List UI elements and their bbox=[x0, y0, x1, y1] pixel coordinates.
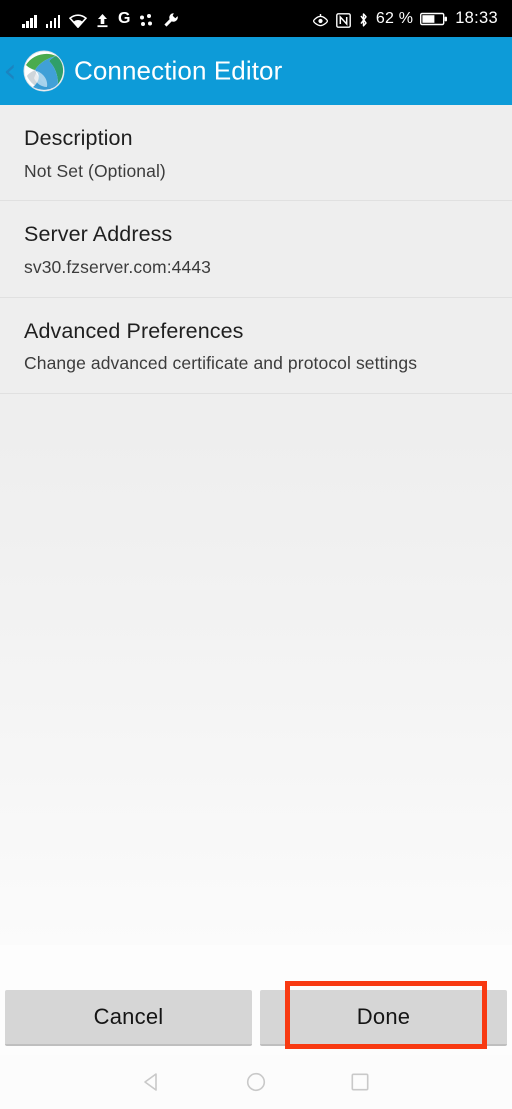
list-item-subtitle: Change advanced certificate and protocol… bbox=[24, 353, 418, 374]
wrench-icon bbox=[163, 10, 179, 28]
wifi-icon bbox=[69, 10, 87, 28]
upload-icon bbox=[96, 10, 109, 28]
footer-button-row: Cancel Done bbox=[0, 990, 512, 1046]
list-item-server-address[interactable]: Server Address sv30.fzserver.com:4443 bbox=[0, 201, 512, 298]
list-item-description[interactable]: Description Not Set (Optional) bbox=[0, 105, 512, 202]
nav-recents-icon[interactable] bbox=[343, 1065, 377, 1099]
footer-bar: Cancel Done bbox=[0, 945, 512, 1055]
nav-back-icon[interactable] bbox=[135, 1065, 169, 1099]
phone-screen: G 62 % 18:33 ‹ Connection Editor Descrip… bbox=[0, 0, 512, 1109]
battery-icon bbox=[420, 10, 448, 28]
signal-bars-sim2-icon bbox=[45, 10, 60, 28]
status-bar: G 62 % 18:33 bbox=[0, 0, 512, 37]
nav-home-icon[interactable] bbox=[239, 1065, 273, 1099]
status-bar-right-icons: 62 % 18:33 bbox=[312, 10, 498, 28]
bluetooth-icon bbox=[358, 10, 369, 28]
page-title: Connection Editor bbox=[74, 55, 283, 86]
nfc-icon bbox=[336, 10, 351, 28]
signal-bars-sim1-icon bbox=[22, 10, 37, 28]
app-header: ‹ Connection Editor bbox=[0, 37, 512, 105]
android-nav-bar bbox=[0, 1055, 512, 1109]
back-chevron-icon[interactable]: ‹ bbox=[1, 54, 19, 88]
list-item-subtitle: Not Set (Optional) bbox=[24, 160, 166, 181]
filezilla-logo bbox=[22, 49, 66, 93]
list-item-title: Server Address bbox=[24, 222, 173, 247]
clock-label: 18:33 bbox=[455, 9, 498, 28]
list-item-title: Advanced Preferences bbox=[24, 318, 244, 343]
google-icon: G bbox=[118, 9, 131, 27]
list-item-advanced-preferences[interactable]: Advanced Preferences Change advanced cer… bbox=[0, 298, 512, 394]
settings-list: Description Not Set (Optional) Server Ad… bbox=[0, 105, 512, 394]
battery-percent-label: 62 % bbox=[375, 9, 414, 27]
list-item-title: Description bbox=[24, 126, 133, 150]
cancel-button[interactable]: Cancel bbox=[5, 990, 252, 1046]
status-bar-left-icons: G bbox=[22, 10, 312, 28]
eye-comfort-icon bbox=[312, 10, 329, 28]
dots-icon bbox=[139, 10, 154, 28]
list-item-subtitle: sv30.fzserver.com:4443 bbox=[24, 256, 212, 277]
content-area: Description Not Set (Optional) Server Ad… bbox=[0, 105, 512, 945]
done-button[interactable]: Done bbox=[260, 990, 507, 1046]
